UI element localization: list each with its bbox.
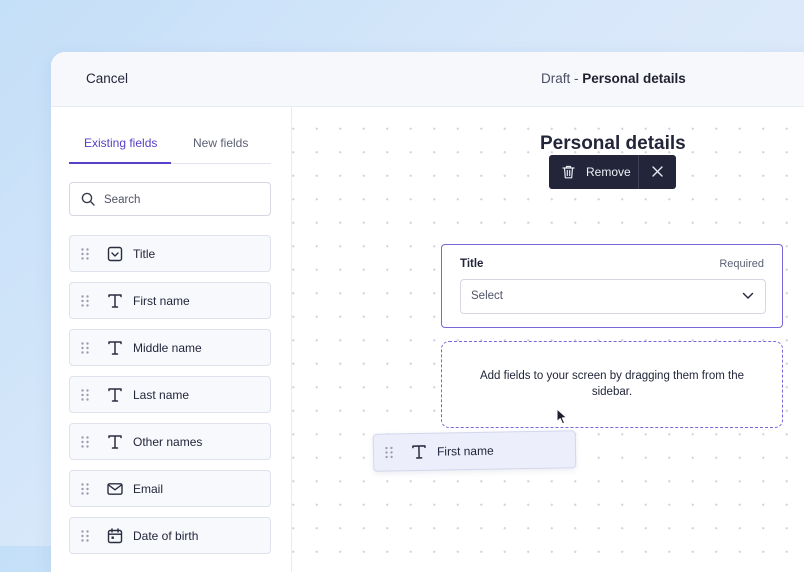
drop-zone[interactable]: Add fields to your screen by dragging th…	[441, 341, 783, 428]
field-item-label: Middle name	[133, 341, 202, 355]
title-select[interactable]: Select	[460, 279, 766, 314]
screen-canvas: Personal details Remove Title Required S…	[292, 107, 804, 572]
text-icon	[108, 294, 122, 308]
drag-handle-icon[interactable]	[81, 389, 89, 401]
remove-label: Remove	[586, 165, 631, 179]
cancel-button[interactable]: Cancel	[86, 71, 128, 86]
drag-handle-icon[interactable]	[81, 248, 89, 260]
drag-handle-icon[interactable]	[81, 295, 89, 307]
field-item-label: Date of birth	[133, 529, 199, 543]
field-item-email[interactable]: Email	[69, 470, 271, 507]
drag-handle-icon[interactable]	[81, 530, 89, 542]
active-tab-indicator	[69, 162, 171, 164]
field-item-middle-name[interactable]: Middle name	[69, 329, 271, 366]
screen-title: Personal details	[540, 133, 686, 154]
dropdown-icon	[107, 246, 123, 262]
tab-new-fields[interactable]: New fields	[193, 136, 248, 150]
close-icon	[652, 166, 663, 177]
mail-icon	[107, 483, 123, 495]
field-item-last-name[interactable]: Last name	[69, 376, 271, 413]
sidebar: Existing fields New fields Title First n…	[51, 107, 292, 572]
field-item-first-name[interactable]: First name	[69, 282, 271, 319]
text-icon	[108, 435, 122, 449]
field-item-date-of-birth[interactable]: Date of birth	[69, 517, 271, 554]
page-title: Draft - Personal details	[541, 71, 686, 86]
remove-button[interactable]: Remove	[549, 155, 638, 189]
calendar-icon	[107, 528, 123, 544]
field-item-label: First name	[436, 443, 494, 459]
field-item-label: Title	[133, 247, 156, 261]
field-item-label: Last name	[133, 388, 190, 402]
field-item-other-names[interactable]: Other names	[69, 423, 271, 460]
required-tag: Required	[719, 258, 764, 270]
trash-icon	[562, 165, 575, 179]
field-item-label: Email	[133, 482, 164, 496]
search-icon	[81, 192, 95, 206]
tab-existing-fields[interactable]: Existing fields	[84, 136, 157, 150]
search-box[interactable]	[69, 182, 271, 216]
chevron-down-icon	[742, 292, 754, 299]
select-placeholder: Select	[471, 290, 503, 302]
top-bar: Cancel Draft - Personal details	[51, 52, 804, 107]
drop-zone-hint: Add fields to your screen by dragging th…	[479, 370, 744, 398]
form-builder-window: Cancel Draft - Personal details Existing…	[51, 52, 804, 572]
field-toolbar: Remove	[549, 155, 676, 189]
drag-handle-icon[interactable]	[81, 342, 89, 354]
field-label: Title	[460, 258, 484, 270]
text-icon	[108, 341, 122, 355]
field-item-label: Other names	[133, 435, 203, 449]
screen-name: Personal details	[582, 71, 686, 86]
search-input[interactable]	[102, 189, 256, 211]
mouse-pointer-icon	[556, 408, 568, 425]
close-button[interactable]	[639, 155, 676, 189]
draft-status: Draft	[541, 71, 571, 86]
title-separator: -	[570, 71, 583, 86]
sidebar-tabs: Existing fields New fields	[69, 133, 271, 164]
dragged-field-first-name[interactable]: First name	[372, 430, 577, 472]
drag-handle-icon[interactable]	[81, 483, 89, 495]
text-icon	[108, 388, 122, 402]
drag-handle-icon[interactable]	[81, 436, 89, 448]
field-item-title[interactable]: Title	[69, 235, 271, 272]
title-field-card[interactable]: Title Required Select	[441, 244, 783, 328]
field-item-label: First name	[133, 294, 190, 308]
text-icon	[412, 445, 426, 459]
drag-handle-icon[interactable]	[385, 446, 393, 459]
